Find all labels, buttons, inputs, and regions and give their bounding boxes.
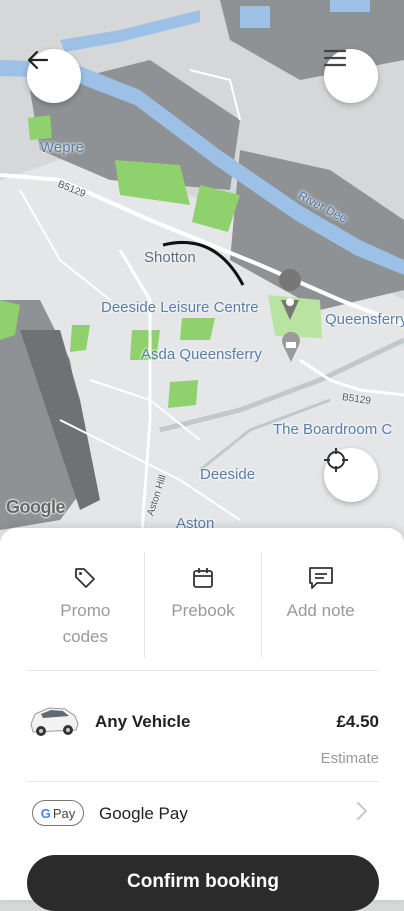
map-label-queensferry: Queensferry (325, 311, 404, 328)
map-label-wepre: Wepre (40, 139, 84, 156)
google-pay-badge-text: Pay (52, 805, 76, 821)
price-estimate-label: Estimate (320, 750, 379, 767)
map-label-deeside: Deeside (200, 466, 256, 483)
prebook-label: Prebook (171, 601, 235, 620)
car-icon (30, 707, 79, 736)
promo-codes-label: Promo codes (60, 601, 111, 646)
arrow-left-icon (27, 50, 49, 70)
map-label-shotton: Shotton (144, 249, 196, 266)
add-note-button[interactable]: Add note (261, 552, 379, 658)
crosshair-icon (324, 448, 348, 472)
confirm-booking-button[interactable]: Confirm booking (27, 855, 379, 911)
map-label-asda: Asda Queensferry (141, 346, 262, 363)
menu-button[interactable] (324, 49, 378, 103)
promo-codes-button[interactable]: Promo codes (27, 552, 144, 658)
payment-method-selector[interactable]: G Pay Google Pay (27, 794, 379, 834)
booking-sheet: Promo codes Prebook Add note Any Vehicle… (0, 528, 404, 911)
payment-method-label: Google Pay (99, 804, 188, 823)
vehicle-option[interactable]: Any Vehicle £4.50 Estimate (27, 698, 379, 768)
hamburger-menu-icon (324, 49, 346, 67)
divider (27, 781, 379, 782)
map-label-leisure-centre: Deeside Leisure Centre (101, 299, 259, 316)
tag-icon (75, 568, 96, 588)
add-note-label: Add note (286, 601, 355, 620)
vehicle-price: £4.50 (336, 712, 379, 731)
divider (27, 670, 379, 671)
google-pay-badge: G Pay (32, 800, 84, 826)
back-button[interactable] (27, 49, 81, 103)
calendar-icon (193, 568, 213, 588)
map-view[interactable]: Wepre Shotton Deeside Leisure Centre Que… (0, 0, 404, 560)
locate-me-button[interactable] (324, 448, 378, 502)
quick-actions: Promo codes Prebook Add note (27, 552, 379, 658)
chevron-right-icon (357, 802, 368, 820)
note-icon (308, 567, 333, 589)
vehicle-name: Any Vehicle (95, 712, 191, 731)
map-label-boardroom: The Boardroom C (273, 421, 393, 438)
prebook-button[interactable]: Prebook (143, 552, 262, 658)
google-g-icon: G (40, 805, 51, 821)
google-logo: Google (6, 497, 66, 517)
